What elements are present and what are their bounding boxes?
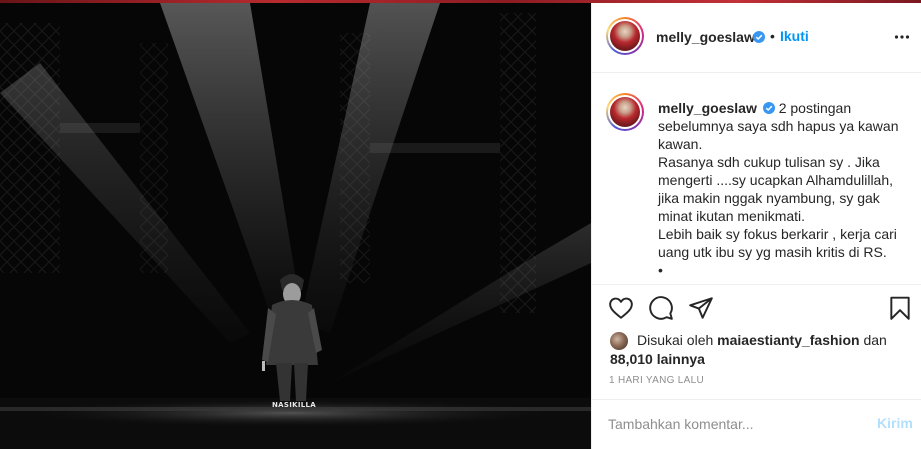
comment-box: Kirim bbox=[592, 399, 921, 449]
likes-joiner: dan bbox=[863, 332, 887, 348]
comment-input[interactable] bbox=[608, 414, 858, 434]
caption-avatar[interactable] bbox=[606, 93, 644, 131]
photo-watermark: NASIKILLA bbox=[272, 401, 316, 409]
heart-icon[interactable] bbox=[608, 295, 634, 321]
bookmark-icon[interactable] bbox=[887, 295, 913, 321]
caption-line: 2 postingan bbox=[778, 100, 852, 116]
caption-line: uang utk ibu sy yg masih kritis di RS. bbox=[658, 244, 887, 260]
stage-scene bbox=[0, 3, 591, 449]
caption-area: melly_goeslaw 2 postingan sebelumnya say… bbox=[592, 73, 921, 285]
likes-prefix: Disukai oleh bbox=[637, 332, 714, 348]
post-header: melly_goeslaw • Ikuti bbox=[592, 3, 921, 73]
verified-badge-icon bbox=[762, 102, 775, 114]
caption-username[interactable]: melly_goeslaw bbox=[658, 100, 757, 116]
more-options-icon[interactable] bbox=[894, 29, 910, 45]
caption-text: melly_goeslaw 2 postingan sebelumnya say… bbox=[658, 99, 903, 279]
comment-bubble-icon[interactable] bbox=[648, 295, 674, 321]
likes-count-link[interactable]: 88,010 lainnya bbox=[610, 351, 705, 367]
caption-line: Rasanya sdh cukup tulisan sy . Jika bbox=[658, 154, 880, 170]
avatar[interactable] bbox=[606, 17, 644, 55]
post-comment-button[interactable]: Kirim bbox=[877, 415, 913, 431]
liker-avatar[interactable] bbox=[610, 332, 628, 350]
likes-section: Disukai oleh maiaestianty_fashion dan 88… bbox=[608, 330, 908, 370]
verified-badge-icon bbox=[753, 31, 765, 43]
follow-button[interactable]: Ikuti bbox=[780, 28, 809, 44]
post-photo[interactable]: NASIKILLA bbox=[0, 3, 591, 449]
caption-line: • bbox=[658, 262, 663, 278]
caption-line: minat ikutan menikmati. bbox=[658, 208, 806, 224]
caption-line: kawan. bbox=[658, 136, 703, 152]
post-details-panel: melly_goeslaw • Ikuti melly_goeslaw 2 po… bbox=[591, 3, 921, 449]
username-link[interactable]: melly_goeslaw bbox=[656, 29, 755, 45]
paper-plane-icon[interactable] bbox=[688, 295, 714, 321]
caption-line: mengerti ....sy ucapkan Alhamdulillah, bbox=[658, 172, 894, 188]
caption-line: Lebih baik sy fokus berkarir , kerja car… bbox=[658, 226, 897, 242]
post-timestamp[interactable]: 1 HARI YANG LALU bbox=[609, 375, 704, 386]
caption-line: jika makin nggak nyambung, sy gak bbox=[658, 190, 880, 206]
likes-text: Disukai oleh maiaestianty_fashion dan bbox=[637, 332, 887, 348]
liker-username-link[interactable]: maiaestianty_fashion bbox=[717, 332, 859, 348]
separator-dot: • bbox=[770, 28, 775, 44]
caption-line: sebelumnya saya sdh hapus ya kawan bbox=[658, 118, 899, 134]
action-bar bbox=[592, 287, 921, 333]
